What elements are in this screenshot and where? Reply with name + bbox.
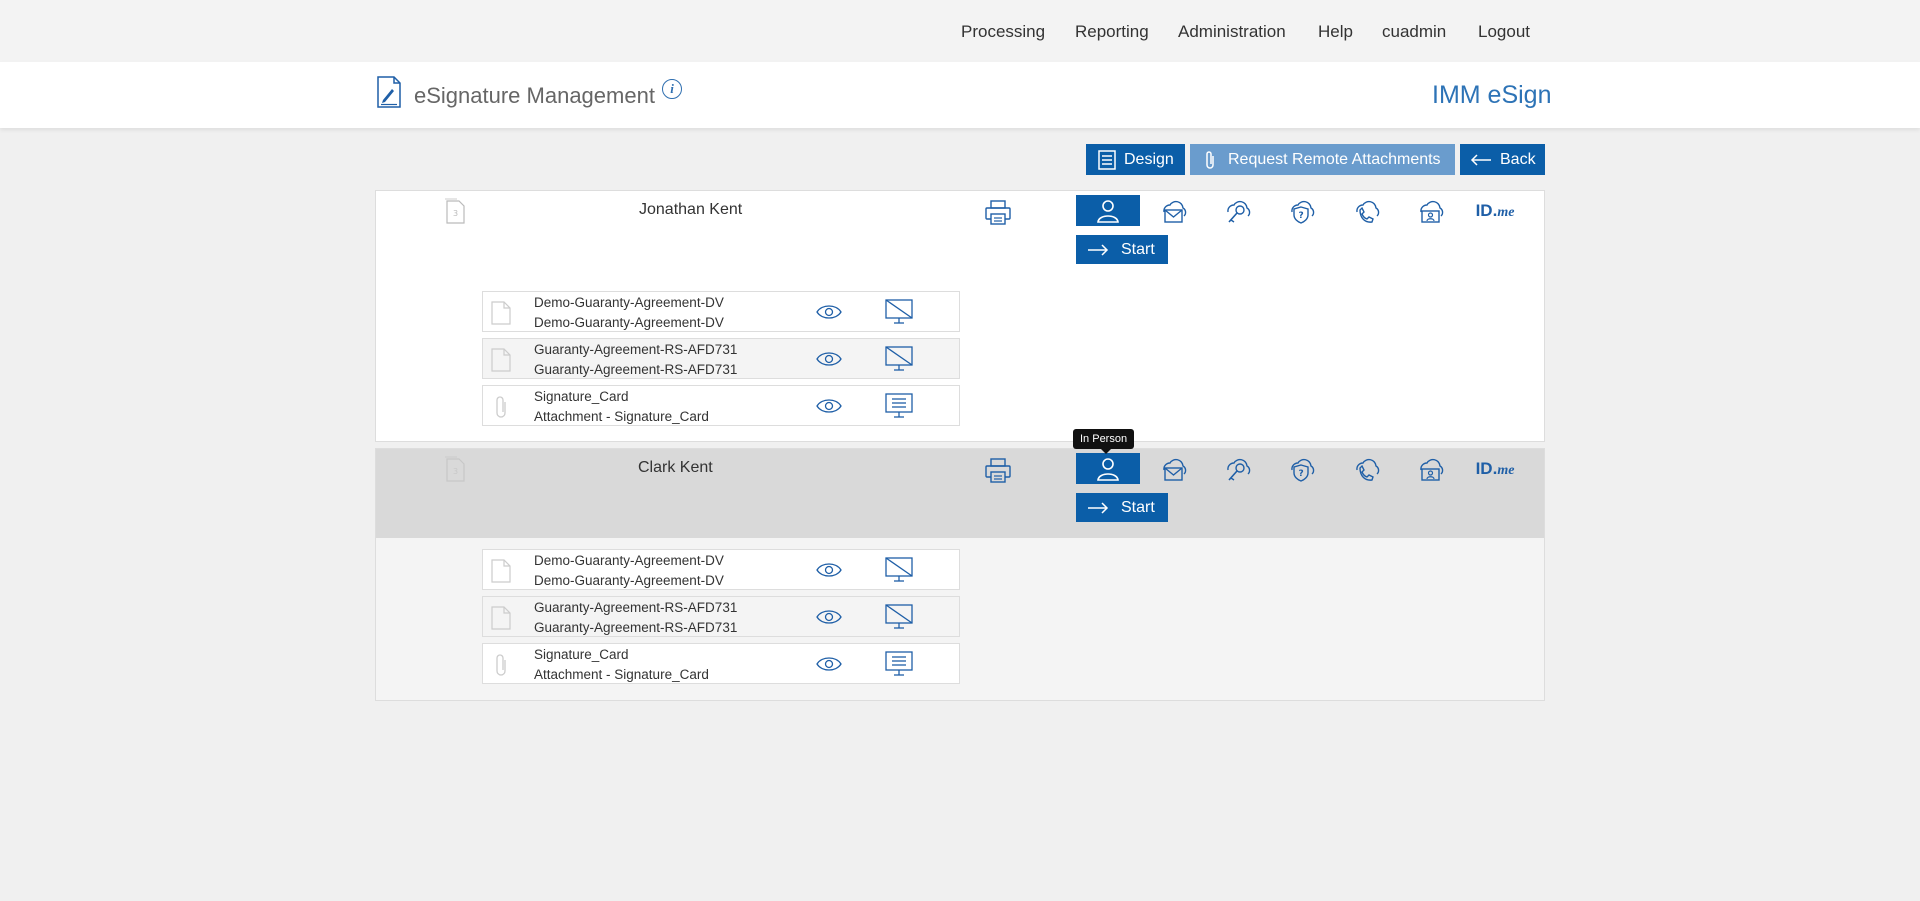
svg-text:?: ? — [1299, 469, 1304, 479]
method-in-person[interactable] — [1076, 195, 1140, 226]
info-icon[interactable]: i — [662, 79, 682, 99]
cloud-key-icon — [1227, 458, 1251, 481]
method-id-card[interactable] — [1398, 195, 1462, 226]
screen-disabled-icon[interactable] — [885, 346, 913, 372]
eye-icon[interactable] — [816, 396, 842, 416]
document-icon — [491, 301, 511, 325]
cloud-key-icon — [1227, 200, 1251, 223]
request-remote-attachments-button[interactable]: Request Remote Attachments — [1190, 144, 1455, 175]
nav-user[interactable]: cuadmin — [1382, 22, 1446, 42]
cloud-shield-question-icon: ? — [1291, 200, 1315, 224]
idme-logo: ID.me — [1475, 458, 1515, 478]
method-id-card[interactable] — [1398, 453, 1462, 484]
signer-name: Jonathan Kent — [639, 201, 743, 218]
method-email[interactable] — [1141, 195, 1205, 226]
nav-help[interactable]: Help — [1318, 22, 1353, 42]
eye-icon[interactable] — [816, 349, 842, 369]
signer-panel: 3 Clark Kent In Person ? ID.me Start Dem… — [375, 429, 1545, 701]
document-stack-icon: 3 — [445, 456, 465, 482]
arrow-right-icon — [1088, 501, 1109, 514]
method-knowledge-based[interactable]: ? — [1269, 195, 1333, 226]
method-key[interactable] — [1205, 453, 1269, 484]
document-name: Demo-Guaranty-Agreement-DV Demo-Guaranty-… — [534, 553, 724, 588]
top-navigation: Processing Reporting Administration Help… — [0, 0, 1920, 62]
document-icon — [491, 606, 511, 630]
signer-name: Clark Kent — [638, 459, 713, 476]
nav-administration[interactable]: Administration — [1178, 22, 1286, 42]
document-row: Guaranty-Agreement-RS-AFD731 Guaranty-Agr… — [482, 338, 960, 379]
eye-icon[interactable] — [816, 560, 842, 580]
document-row: Signature_Card Attachment - Signature_Car… — [482, 643, 960, 684]
method-email[interactable] — [1141, 453, 1205, 484]
signer-panel: 3 Jonathan Kent ? ID.me Start Demo-Guara… — [375, 190, 1545, 442]
screen-enabled-icon[interactable] — [885, 651, 913, 677]
paperclip-icon — [1204, 150, 1216, 170]
cloud-phone-icon — [1356, 458, 1380, 481]
start-button[interactable]: Start — [1076, 235, 1168, 264]
document-name: Guaranty-Agreement-RS-AFD731 Guaranty-Agr… — [534, 600, 738, 635]
page-title: eSignature Management — [414, 83, 655, 108]
document-name: Signature_Card Attachment - Signature_Car… — [534, 647, 709, 682]
document-icon — [491, 559, 511, 583]
eye-icon[interactable] — [816, 607, 842, 627]
screen-enabled-icon[interactable] — [885, 393, 913, 419]
method-phone[interactable] — [1334, 195, 1398, 226]
method-knowledge-based[interactable]: ? — [1269, 453, 1333, 484]
design-button[interactable]: Design — [1086, 144, 1185, 175]
document-name: Demo-Guaranty-Agreement-DV Demo-Guaranty-… — [534, 295, 724, 330]
nav-processing[interactable]: Processing — [961, 22, 1045, 42]
method-idme[interactable]: ID.me — [1463, 453, 1527, 484]
start-button[interactable]: Start — [1076, 493, 1168, 522]
cloud-email-icon — [1163, 458, 1187, 481]
eye-icon[interactable] — [816, 302, 842, 322]
cloud-id-card-icon — [1420, 458, 1444, 481]
cloud-shield-question-icon: ? — [1291, 458, 1315, 482]
arrow-right-icon — [1088, 243, 1109, 256]
screen-disabled-icon[interactable] — [885, 557, 913, 583]
list-document-icon — [1098, 149, 1116, 170]
eye-icon[interactable] — [816, 654, 842, 674]
document-row: Demo-Guaranty-Agreement-DV Demo-Guaranty-… — [482, 549, 960, 590]
nav-logout[interactable]: Logout — [1478, 22, 1530, 42]
screen-disabled-icon[interactable] — [885, 604, 913, 630]
start-label: Start — [1121, 498, 1155, 516]
cloud-id-card-icon — [1420, 200, 1444, 223]
person-icon — [1097, 457, 1119, 481]
request-remote-attachments-label: Request Remote Attachments — [1228, 150, 1441, 168]
method-phone[interactable] — [1334, 453, 1398, 484]
printer-icon[interactable] — [984, 198, 1012, 226]
method-key[interactable] — [1205, 195, 1269, 226]
svg-text:?: ? — [1299, 211, 1304, 221]
printer-icon[interactable] — [984, 456, 1012, 484]
document-icon — [491, 348, 511, 372]
cloud-email-icon — [1163, 200, 1187, 223]
document-name: Guaranty-Agreement-RS-AFD731 Guaranty-Agr… — [534, 342, 738, 377]
method-idme[interactable]: ID.me — [1463, 195, 1527, 226]
document-name: Signature_Card Attachment - Signature_Car… — [534, 389, 709, 424]
person-icon — [1097, 199, 1119, 223]
in-person-tooltip: In Person — [1073, 429, 1135, 454]
back-button[interactable]: Back — [1460, 144, 1545, 175]
design-label: Design — [1124, 150, 1174, 168]
arrow-left-icon — [1470, 153, 1492, 167]
paperclip-icon — [496, 396, 506, 418]
svg-text:3: 3 — [453, 209, 458, 218]
brand-name: IMM eSign — [1432, 81, 1552, 109]
cloud-phone-icon — [1356, 200, 1380, 223]
document-row: Signature_Card Attachment - Signature_Car… — [482, 385, 960, 426]
esignature-document-icon — [377, 76, 401, 108]
method-in-person[interactable] — [1076, 453, 1140, 484]
nav-reporting[interactable]: Reporting — [1075, 22, 1149, 42]
svg-text:3: 3 — [453, 467, 458, 476]
idme-logo: ID.me — [1475, 200, 1515, 220]
back-label: Back — [1500, 150, 1536, 168]
document-stack-icon: 3 — [445, 198, 465, 224]
screen-disabled-icon[interactable] — [885, 299, 913, 325]
start-label: Start — [1121, 240, 1155, 258]
page-header: eSignature Management i IMM eSign — [0, 62, 1920, 128]
document-row: Demo-Guaranty-Agreement-DV Demo-Guaranty-… — [482, 291, 960, 332]
paperclip-icon — [496, 654, 506, 676]
document-row: Guaranty-Agreement-RS-AFD731 Guaranty-Agr… — [482, 596, 960, 637]
